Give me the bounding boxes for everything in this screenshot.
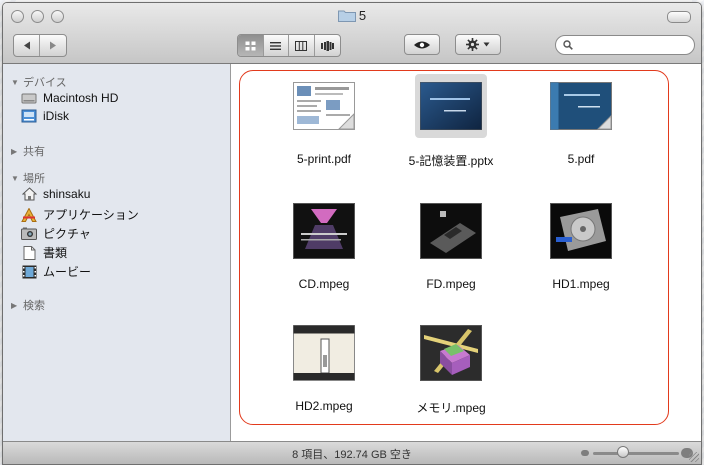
file-item-hd2-mpeg[interactable]: HD2.mpeg xyxy=(264,321,384,413)
sidebar-item-macintosh-hd[interactable]: Macintosh HD xyxy=(21,91,118,105)
sidebar-item-label: shinsaku xyxy=(43,187,91,201)
back-arrow-icon xyxy=(23,41,30,50)
file-item-5-kioku-souchi-pptx[interactable]: 5-記憶装置.pptx xyxy=(391,74,511,169)
sidebar-item-label: ムービー xyxy=(43,265,92,279)
sidebar-section-search[interactable]: ▶ 検索 xyxy=(11,297,45,313)
file-item-5-pdf[interactable]: 5.pdf xyxy=(521,74,641,166)
file-item-5-print-pdf[interactable]: 5-print.pdf xyxy=(264,74,384,166)
home-icon xyxy=(21,187,37,201)
file-item-hd1-mpeg[interactable]: HD1.mpeg xyxy=(521,199,641,291)
video-thumbnail-icon xyxy=(550,203,612,259)
sidebar-item-home[interactable]: shinsaku xyxy=(21,187,90,201)
column-view-icon xyxy=(295,40,308,51)
pictures-icon xyxy=(21,227,37,241)
documents-icon xyxy=(21,245,37,260)
selection-highlight xyxy=(415,74,487,138)
back-button[interactable] xyxy=(14,35,40,56)
video-thumbnail-icon xyxy=(293,325,355,381)
sidebar-item-applications[interactable]: アプリケーション xyxy=(21,206,139,223)
gear-icon xyxy=(466,38,479,51)
chevron-down-icon xyxy=(483,42,490,47)
file-name: 5-print.pdf xyxy=(296,152,352,166)
icon-size-slider[interactable] xyxy=(593,452,679,455)
coverflow-view-icon xyxy=(320,40,334,51)
video-thumbnail-icon xyxy=(420,203,482,259)
file-item-fd-mpeg[interactable]: FD.mpeg xyxy=(391,199,511,291)
search-field[interactable] xyxy=(555,35,695,55)
icon-size-slider-knob[interactable] xyxy=(617,446,629,458)
idisk-icon xyxy=(21,109,37,123)
list-view-button[interactable] xyxy=(264,35,289,56)
sidebar-section-label: 検索 xyxy=(23,300,45,312)
file-name: メモリ.mpeg xyxy=(416,401,486,415)
window-title-text: 5 xyxy=(358,8,367,23)
pdf-thumbnail-icon xyxy=(550,82,612,130)
forward-arrow-icon xyxy=(50,41,56,50)
sidebar-item-label: Macintosh HD xyxy=(43,91,119,105)
sidebar-section-shared[interactable]: ▶ 共有 xyxy=(11,143,45,159)
folder-icon xyxy=(337,10,356,22)
file-name: 5.pdf xyxy=(567,152,595,166)
disclosure-right-icon: ▶ xyxy=(11,146,18,156)
coverflow-view-button[interactable] xyxy=(315,35,341,56)
pptx-thumbnail-icon xyxy=(420,82,482,130)
hard-drive-icon xyxy=(21,91,37,105)
file-item-memory-mpeg[interactable]: メモリ.mpeg xyxy=(391,321,511,416)
small-icon-size-icon xyxy=(581,450,589,456)
view-mode-control xyxy=(237,34,341,57)
file-name: FD.mpeg xyxy=(426,277,476,291)
file-item-cd-mpeg[interactable]: CD.mpeg xyxy=(264,199,384,291)
disclosure-down-icon: ▼ xyxy=(11,173,19,183)
icon-view-icon xyxy=(245,41,256,50)
window-title: 5 xyxy=(3,8,701,23)
sidebar-item-label: ピクチャ xyxy=(43,227,91,241)
search-input[interactable] xyxy=(577,38,691,52)
sidebar-section-label: 共有 xyxy=(23,146,45,158)
toolbar-toggle-button[interactable] xyxy=(667,11,691,23)
quick-look-button[interactable] xyxy=(404,34,440,55)
movies-icon xyxy=(21,265,37,279)
back-forward-control xyxy=(13,34,67,57)
disclosure-down-icon: ▼ xyxy=(11,77,19,87)
action-menu-button[interactable] xyxy=(455,34,501,55)
sidebar-section-label: デバイス xyxy=(23,77,67,89)
disclosure-right-icon: ▶ xyxy=(11,300,18,310)
file-name: 5-記憶装置.pptx xyxy=(408,154,494,168)
sidebar-section-label: 場所 xyxy=(23,173,45,185)
sidebar-section-devices[interactable]: ▼ デバイス xyxy=(11,74,67,90)
status-bar: 8 項目、192.74 GB 空き xyxy=(3,441,701,464)
sidebar-item-label: 書類 xyxy=(43,246,68,260)
search-icon xyxy=(563,40,573,50)
icon-view-button[interactable] xyxy=(238,35,264,56)
file-name: CD.mpeg xyxy=(298,277,350,291)
sidebar-item-label: アプリケーション xyxy=(43,208,139,222)
eye-icon xyxy=(414,41,430,48)
file-name: HD1.mpeg xyxy=(552,277,610,291)
finder-window: 5 ▼ デバイス Macintosh HD iDisk ▶ 共有 ▼ 場所 sh… xyxy=(2,2,702,465)
column-view-button[interactable] xyxy=(289,35,315,56)
sidebar: ▼ デバイス Macintosh HD iDisk ▶ 共有 ▼ 場所 shin… xyxy=(3,64,231,441)
resize-grip-icon[interactable] xyxy=(689,452,699,462)
file-icon-view[interactable]: 5-print.pdf 5-記憶装置.pptx 5.pdf CD.mpeg FD… xyxy=(231,64,701,441)
forward-button[interactable] xyxy=(40,35,66,56)
title-bar[interactable]: 5 xyxy=(3,3,701,64)
sidebar-item-documents[interactable]: 書類 xyxy=(21,244,67,261)
video-thumbnail-icon xyxy=(420,325,482,381)
sidebar-item-pictures[interactable]: ピクチャ xyxy=(21,225,91,242)
list-view-icon xyxy=(270,41,282,50)
sidebar-item-label: iDisk xyxy=(43,109,69,123)
pdf-thumbnail-icon xyxy=(293,82,355,130)
applications-icon xyxy=(21,207,37,222)
video-thumbnail-icon xyxy=(293,203,355,259)
sidebar-item-movies[interactable]: ムービー xyxy=(21,263,91,280)
sidebar-item-idisk[interactable]: iDisk xyxy=(21,109,69,123)
sidebar-section-places[interactable]: ▼ 場所 xyxy=(11,170,45,186)
file-name: HD2.mpeg xyxy=(295,399,353,413)
